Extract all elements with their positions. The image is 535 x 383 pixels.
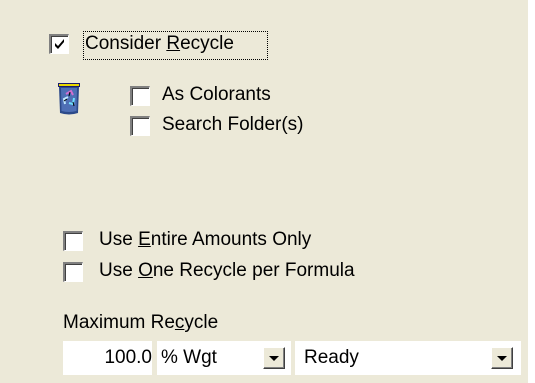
status-dropdown[interactable]: Ready (295, 341, 521, 375)
unit-selected-value: % Wgt (161, 347, 217, 368)
as-colorants-checkbox[interactable] (130, 86, 150, 106)
panel-edge (528, 0, 535, 383)
maximum-recycle-value-field[interactable]: 100.0 (63, 341, 152, 375)
use-one-recycle-checkbox[interactable] (63, 262, 83, 282)
unit-dropdown[interactable]: % Wgt (157, 341, 291, 375)
search-folders-label[interactable]: Search Folder(s) (162, 114, 304, 136)
use-one-recycle-label[interactable]: Use One Recycle per Formula (99, 260, 355, 282)
maximum-recycle-value: 100.0 (104, 347, 152, 368)
consider-recycle-label[interactable]: Consider Recycle (85, 33, 234, 55)
recycle-options-panel: Consider Recycle As Colorants Search Fol… (0, 0, 535, 383)
unit-dropdown-button[interactable] (263, 347, 285, 369)
chevron-down-icon (269, 356, 279, 361)
maximum-recycle-label: Maximum Recycle (63, 312, 219, 333)
use-entire-amounts-label[interactable]: Use Entire Amounts Only (99, 229, 311, 251)
checkmark-icon (55, 39, 64, 49)
use-entire-amounts-checkbox[interactable] (63, 231, 83, 251)
consider-recycle-checkbox[interactable] (49, 34, 69, 54)
status-selected-value: Ready (304, 347, 359, 368)
search-folders-checkbox[interactable] (130, 116, 150, 136)
as-colorants-label[interactable]: As Colorants (162, 84, 271, 106)
chevron-down-icon (497, 356, 507, 361)
status-dropdown-button[interactable] (491, 347, 513, 369)
recycle-bin-icon (58, 83, 80, 115)
